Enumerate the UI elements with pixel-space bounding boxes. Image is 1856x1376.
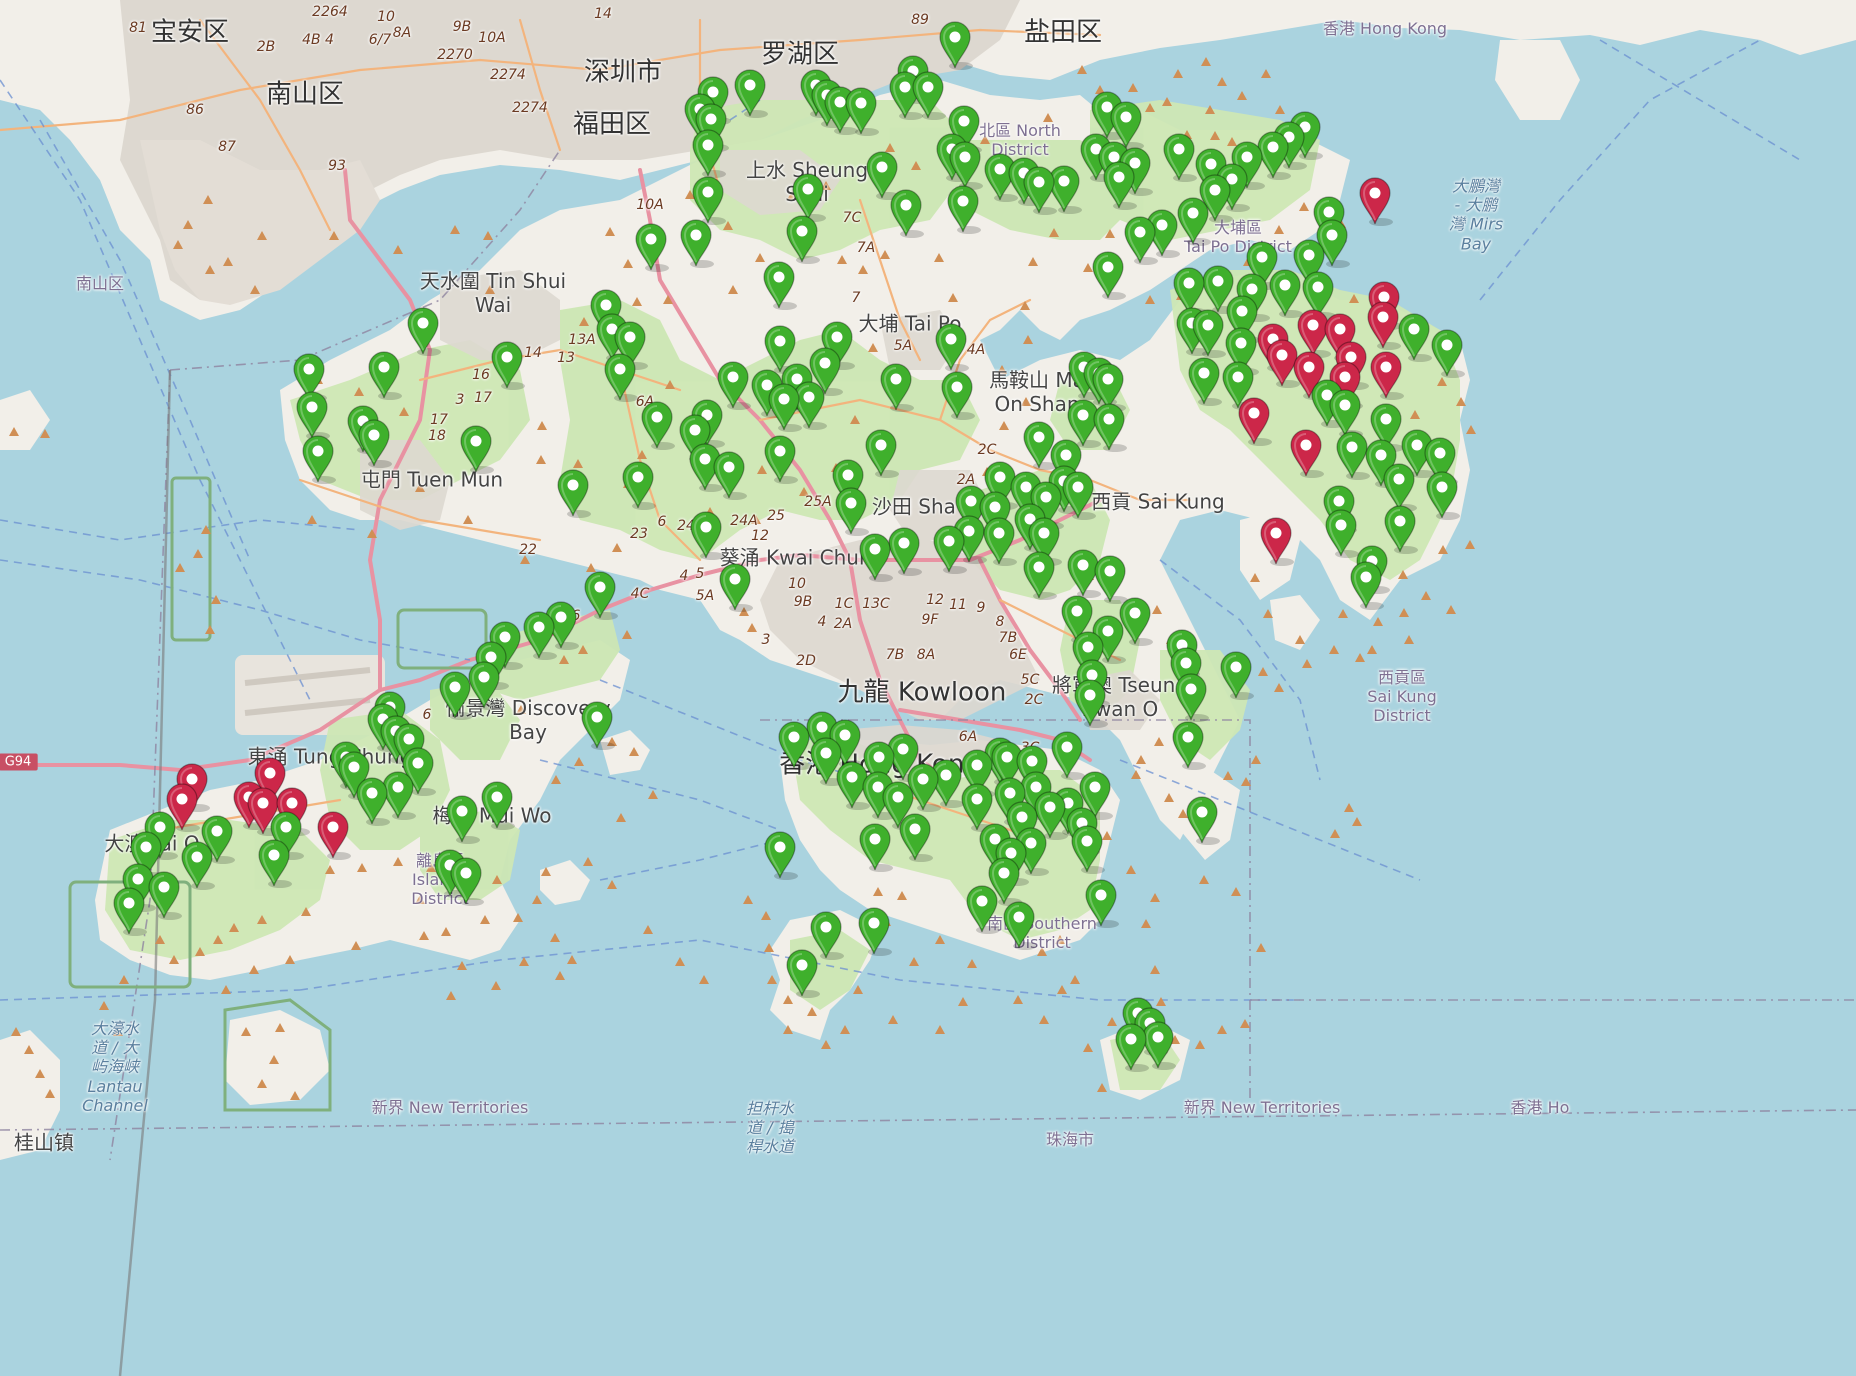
green-map-marker-icon[interactable] [688, 510, 724, 560]
green-map-marker-icon[interactable] [1101, 160, 1137, 210]
green-map-marker-icon[interactable] [437, 670, 473, 720]
green-map-marker-icon[interactable] [1173, 672, 1209, 722]
green-map-marker-icon[interactable] [690, 128, 726, 178]
green-map-marker-icon[interactable] [937, 20, 973, 70]
green-map-marker-icon[interactable] [146, 870, 182, 920]
green-map-marker-icon[interactable] [762, 434, 798, 484]
green-map-marker-icon[interactable] [479, 780, 515, 830]
green-map-marker-icon[interactable] [620, 460, 656, 510]
green-map-marker-icon[interactable] [1113, 1022, 1149, 1072]
green-map-marker-icon[interactable] [711, 450, 747, 500]
green-map-marker-icon[interactable] [931, 524, 967, 574]
green-map-marker-icon[interactable] [784, 948, 820, 998]
green-map-marker-icon[interactable] [294, 390, 330, 440]
green-map-marker-icon[interactable] [458, 424, 494, 474]
red-map-marker-icon[interactable] [1258, 516, 1294, 566]
map-view[interactable]: 宝安区 南山区 南山区 深圳市 福田区 罗湖区 盐田区 香港 Hong Kong 大鵬灣 - 大… [0, 0, 1856, 1376]
red-map-marker-icon[interactable] [315, 810, 351, 860]
green-map-marker-icon[interactable] [766, 382, 802, 432]
green-map-marker-icon[interactable] [111, 886, 147, 936]
green-map-marker-icon[interactable] [843, 86, 879, 136]
green-map-marker-icon[interactable] [639, 400, 675, 450]
green-map-marker-icon[interactable] [1122, 215, 1158, 265]
green-map-marker-icon[interactable] [1083, 878, 1119, 928]
green-map-marker-icon[interactable] [1184, 795, 1220, 845]
green-map-marker-icon[interactable] [633, 222, 669, 272]
green-map-marker-icon[interactable] [762, 830, 798, 880]
green-map-marker-icon[interactable] [602, 352, 638, 402]
green-map-marker-icon[interactable] [1060, 470, 1096, 520]
green-map-marker-icon[interactable] [1069, 824, 1105, 874]
green-map-marker-icon[interactable] [582, 570, 618, 620]
red-map-marker-icon[interactable] [1357, 176, 1393, 226]
green-map-marker-icon[interactable] [857, 532, 893, 582]
green-map-marker-icon[interactable] [856, 906, 892, 956]
green-map-marker-icon[interactable] [1021, 550, 1057, 600]
green-map-marker-icon[interactable] [1021, 165, 1057, 215]
green-map-marker-icon[interactable] [888, 188, 924, 238]
green-map-marker-icon[interactable] [776, 720, 812, 770]
green-map-marker-icon[interactable] [1072, 678, 1108, 728]
green-map-marker-icon[interactable] [1348, 560, 1384, 610]
green-map-marker-icon[interactable] [405, 306, 441, 356]
green-map-marker-icon[interactable] [732, 68, 768, 118]
green-map-marker-icon[interactable] [761, 260, 797, 310]
green-map-marker-icon[interactable] [1424, 470, 1460, 520]
green-map-marker-icon[interactable] [1190, 308, 1226, 358]
green-map-marker-icon[interactable] [897, 812, 933, 862]
green-map-marker-icon[interactable] [179, 840, 215, 890]
green-map-marker-icon[interactable] [366, 350, 402, 400]
green-map-marker-icon[interactable] [910, 70, 946, 120]
green-map-marker-icon[interactable] [1429, 328, 1465, 378]
green-map-marker-icon[interactable] [878, 362, 914, 412]
green-map-marker-icon[interactable] [939, 370, 975, 420]
green-map-marker-icon[interactable] [1170, 720, 1206, 770]
green-map-marker-icon[interactable] [1186, 356, 1222, 406]
green-map-marker-icon[interactable] [448, 856, 484, 906]
green-map-marker-icon[interactable] [964, 884, 1000, 934]
green-map-marker-icon[interactable] [833, 486, 869, 536]
green-map-marker-icon[interactable] [1091, 402, 1127, 452]
red-map-marker-icon[interactable] [1288, 428, 1324, 478]
base-map[interactable] [0, 0, 1856, 1376]
green-map-marker-icon[interactable] [678, 218, 714, 268]
red-map-marker-icon[interactable] [1368, 350, 1404, 400]
green-map-marker-icon[interactable] [354, 776, 390, 826]
green-map-marker-icon[interactable] [863, 428, 899, 478]
green-map-marker-icon[interactable] [300, 434, 336, 484]
green-map-marker-icon[interactable] [256, 838, 292, 888]
green-map-marker-icon[interactable] [1161, 132, 1197, 182]
green-map-marker-icon[interactable] [1090, 250, 1126, 300]
red-map-marker-icon[interactable] [1236, 396, 1272, 446]
green-map-marker-icon[interactable] [717, 562, 753, 612]
green-map-marker-icon[interactable] [947, 140, 983, 190]
green-map-marker-icon[interactable] [857, 822, 893, 872]
green-map-marker-icon[interactable] [579, 700, 615, 750]
green-map-marker-icon[interactable] [1001, 900, 1037, 950]
green-map-marker-icon[interactable] [945, 184, 981, 234]
green-map-marker-icon[interactable] [981, 516, 1017, 566]
green-map-marker-icon[interactable] [555, 468, 591, 518]
green-map-marker-icon[interactable] [1175, 196, 1211, 246]
green-map-marker-icon[interactable] [1218, 650, 1254, 700]
green-map-marker-icon[interactable] [444, 794, 480, 844]
green-map-marker-icon[interactable] [489, 340, 525, 390]
green-map-marker-icon[interactable] [356, 418, 392, 468]
green-map-marker-icon[interactable] [784, 214, 820, 264]
green-map-marker-icon[interactable] [933, 322, 969, 372]
green-map-marker-icon[interactable] [521, 610, 557, 660]
